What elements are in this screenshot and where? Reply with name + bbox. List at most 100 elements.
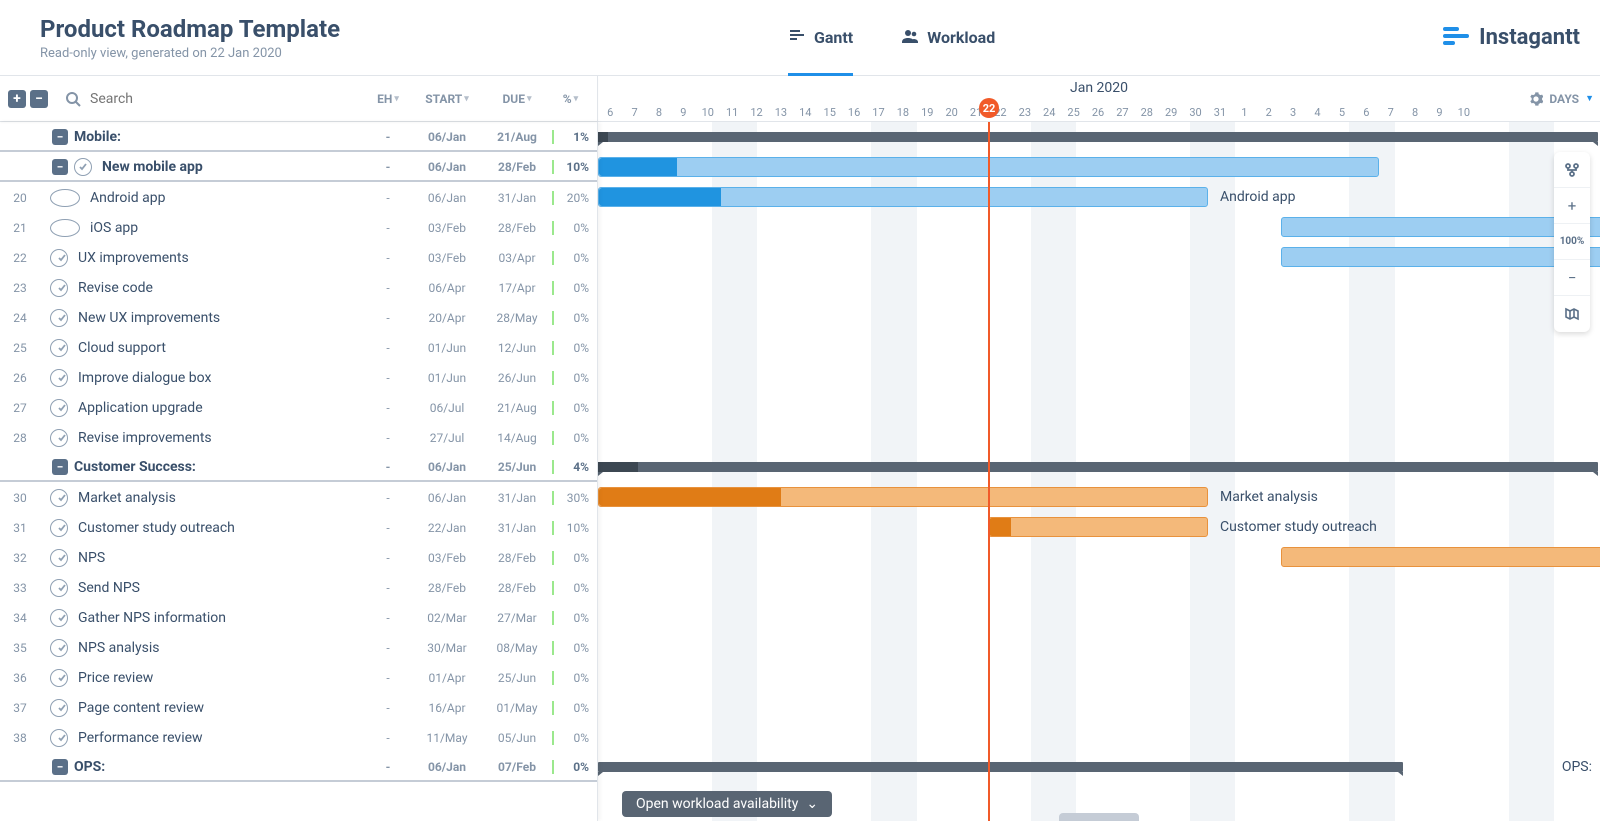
check-icon[interactable] [50,339,68,357]
check-icon[interactable] [50,369,68,387]
check-icon[interactable] [50,699,68,717]
timeline-day[interactable]: 10 [696,106,720,119]
task-bar[interactable] [1281,547,1600,567]
col-start[interactable]: START▾ [412,92,482,106]
group-row[interactable]: −New mobile app-06/Jan28/Feb10% [0,152,597,182]
check-icon[interactable] [50,489,68,507]
task-row[interactable]: 33Send NPS-28/Feb28/Feb0% [0,572,597,602]
task-row[interactable]: 30Market analysis-06/Jan31/Jan30% [0,482,597,512]
check-icon[interactable] [50,399,68,417]
task-row[interactable]: 32NPS-03/Feb28/Feb0% [0,542,597,572]
timeline-day[interactable]: 8 [647,106,671,119]
timeline-day[interactable]: 10 [1452,106,1476,119]
collapse-icon[interactable]: − [52,459,68,475]
check-icon[interactable] [50,429,68,447]
task-row[interactable]: 34Gather NPS information-02/Mar27/Mar0% [0,602,597,632]
timeline-day[interactable]: 14 [793,106,817,119]
check-icon[interactable] [50,189,80,207]
check-icon[interactable] [50,309,68,327]
task-row[interactable]: 25Cloud support-01/Jun12/Jun0% [0,332,597,362]
check-icon[interactable] [74,158,92,176]
timeline-day[interactable]: 11 [720,106,744,119]
group-row[interactable]: −OPS:-06/Jan07/Feb0% [0,752,597,782]
zoom-unit-button[interactable]: DAYS ▼ [1529,92,1594,106]
check-icon[interactable] [50,729,68,747]
task-row[interactable]: 21iOS app-03/Feb28/Feb0% [0,212,597,242]
gantt-pane[interactable]: Android appMarket analysisCustomer study… [598,122,1600,821]
group-bar[interactable] [598,762,1403,772]
timeline-day[interactable]: 16 [842,106,866,119]
timeline-day[interactable]: 13 [769,106,793,119]
timeline-day[interactable]: 17 [866,106,890,119]
dependencies-button[interactable] [1554,152,1590,188]
timeline-day[interactable]: 5 [1330,106,1354,119]
check-icon[interactable] [50,249,68,267]
check-icon[interactable] [50,219,80,237]
collapse-icon[interactable]: − [52,159,68,175]
task-row[interactable]: 37Page content review-16/Apr01/May0% [0,692,597,722]
tab-gantt[interactable]: Gantt [788,0,853,75]
check-icon[interactable] [50,639,68,657]
timeline-day[interactable]: 19 [915,106,939,119]
timeline-day[interactable]: 6 [1354,106,1378,119]
check-icon[interactable] [50,519,68,537]
col-pct[interactable]: %▾ [552,92,597,106]
col-eh[interactable]: EH▾ [364,92,412,106]
task-row[interactable]: 27Application upgrade-06/Jul21/Aug0% [0,392,597,422]
timeline-day[interactable]: 7 [1379,106,1403,119]
timeline-day[interactable]: 27 [1110,106,1134,119]
timeline-day[interactable]: 28 [1135,106,1159,119]
timeline-day[interactable]: 6 [598,106,622,119]
zoom-in-button[interactable]: + [1554,188,1590,224]
timeline-day[interactable]: 9 [1427,106,1451,119]
timeline-day[interactable]: 3 [1281,106,1305,119]
check-icon[interactable] [50,609,68,627]
task-row[interactable]: 24New UX improvements-20/Apr28/May0% [0,302,597,332]
zoom-reset-button[interactable]: 100% [1554,224,1590,260]
check-icon[interactable] [50,279,68,297]
timeline-day[interactable]: 9 [671,106,695,119]
timeline-day[interactable]: 7 [622,106,646,119]
col-due[interactable]: DUE▾ [482,92,552,106]
task-row[interactable]: 20Android app-06/Jan31/Jan20% [0,182,597,212]
check-icon[interactable] [50,579,68,597]
task-bar[interactable] [988,517,1208,537]
group-row[interactable]: −Customer Success:-06/Jan25/Jun4% [0,452,597,482]
task-row[interactable]: 35NPS analysis-30/Mar08/May0% [0,632,597,662]
task-row[interactable]: 38Performance review-11/May05/Jun0% [0,722,597,752]
task-row[interactable]: 23Revise code-06/Apr17/Apr0% [0,272,597,302]
timeline-day[interactable]: 31 [1208,106,1232,119]
minimap-button[interactable] [1554,296,1590,332]
scroll-handle[interactable] [1059,813,1139,821]
tab-workload[interactable]: Workload [901,0,995,75]
timeline-day[interactable]: 24 [1037,106,1061,119]
timeline-day[interactable]: 26 [1086,106,1110,119]
search-input[interactable] [84,91,268,107]
brand[interactable]: Instagantt [1443,25,1580,50]
timeline-day[interactable]: 8 [1403,106,1427,119]
task-row[interactable]: 28Revise improvements-27/Jul14/Aug0% [0,422,597,452]
check-icon[interactable] [50,669,68,687]
timeline-day[interactable]: 23 [1013,106,1037,119]
task-bar[interactable] [1281,217,1600,237]
expand-all-button[interactable]: + [8,90,26,108]
collapse-icon[interactable]: − [52,759,68,775]
task-bar[interactable] [598,487,1208,507]
timeline-day[interactable]: 30 [1183,106,1207,119]
group-bar[interactable] [598,132,1598,142]
group-row[interactable]: −Mobile:-06/Jan21/Aug1% [0,122,597,152]
timeline-day[interactable]: 15 [818,106,842,119]
zoom-out-button[interactable]: − [1554,260,1590,296]
check-icon[interactable] [50,549,68,567]
task-row[interactable]: 36Price review-01/Apr25/Jun0% [0,662,597,692]
timeline-day[interactable]: 2 [1257,106,1281,119]
task-row[interactable]: 31Customer study outreach-22/Jan31/Jan10… [0,512,597,542]
timeline-day[interactable]: 12 [744,106,768,119]
group-bar[interactable] [598,462,1598,472]
timeline-day[interactable]: 25 [1061,106,1085,119]
timeline-day[interactable]: 18 [891,106,915,119]
timeline-day[interactable]: 4 [1305,106,1329,119]
task-row[interactable]: 22UX improvements-03/Feb03/Apr0% [0,242,597,272]
task-bar[interactable] [1281,247,1600,267]
task-bar[interactable] [598,187,1208,207]
